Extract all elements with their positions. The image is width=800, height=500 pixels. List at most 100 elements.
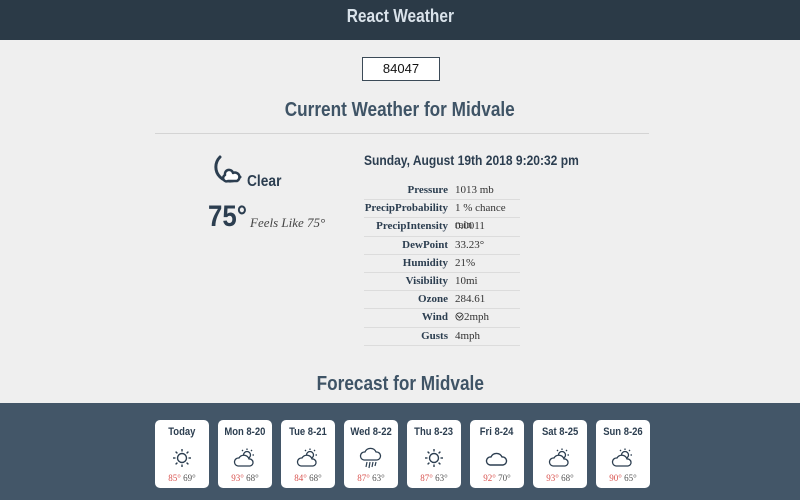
detail-row-precip-probability: PrecipProbability 1 % chance rain [364, 200, 520, 232]
forecast-temps: 85° 69° [155, 473, 209, 483]
forecast-card[interactable]: Sat 8-25 93° 68° [533, 420, 587, 488]
forecast-day-text: Tue 8-21 [289, 426, 327, 438]
detail-label: PrecipProbability [364, 202, 448, 215]
detail-label: DewPoint [402, 238, 448, 251]
forecast-day: Today [155, 426, 209, 438]
zip-code-input[interactable]: 84047 [362, 57, 440, 81]
forecast-title-text: Forecast for Midvale [316, 373, 484, 395]
feels-like: Feels Like 75° [250, 215, 326, 230]
sun-icon [173, 449, 191, 467]
forecast-high: 92° [483, 473, 496, 483]
forecast-card[interactable]: Wed 8-22 87° 63° [344, 420, 398, 488]
detail-label: Ozone [418, 293, 448, 306]
forecast-low: 68° [561, 473, 574, 483]
forecast-temps: 87° 63° [344, 473, 398, 483]
wind-speed: 2mph [464, 311, 490, 324]
forecast-low: 63° [372, 473, 385, 483]
forecast-panel [0, 403, 800, 500]
forecast-high: 87° [357, 473, 370, 483]
current-weather-title: Current Weather for Midvale [0, 99, 800, 122]
detail-row-gusts: Gusts 4mph [364, 328, 520, 346]
weather-summary: Clear [247, 173, 282, 190]
forecast-day-text: Mon 8-20 [224, 426, 266, 438]
partly-cloudy-night-icon [214, 155, 242, 183]
detail-row-precip-intensity: PrecipIntensity 0.0011 [364, 218, 520, 237]
detail-value: 0.0011 [455, 220, 485, 233]
forecast-temps: 92° 70° [470, 473, 524, 483]
forecast-card[interactable]: Mon 8-20 93° 68° [218, 420, 272, 488]
detail-row-visibility: Visibility 10mi [364, 273, 520, 292]
forecast-temps: 84° 68° [281, 473, 335, 483]
forecast-card[interactable]: Sun 8-26 90° 65° [596, 420, 650, 488]
current-date: Sunday, August 19th 2018 9:20:32 pm [364, 152, 579, 168]
forecast-day: Fri 8-24 [470, 426, 524, 438]
detail-value: 4mph [455, 329, 481, 342]
forecast-day: Tue 8-21 [281, 426, 335, 438]
detail-value: 284.61 [455, 293, 486, 306]
wind-direction-icon [455, 312, 464, 321]
forecast-day-text: Today [168, 426, 196, 438]
detail-row-ozone: Ozone 284.61 [364, 291, 520, 310]
forecast-day-text: Fri 8-24 [480, 426, 514, 438]
detail-row-dewpoint: DewPoint 33.23° [364, 237, 520, 255]
forecast-day: Thu 8-23 [407, 426, 461, 438]
sun-icon [425, 449, 443, 467]
forecast-title: Forecast for Midvale [0, 373, 800, 396]
partly-cloudy-icon [296, 448, 317, 467]
rain-cloud-icon [359, 447, 382, 469]
weather-details-table: Pressure 1013 mb PrecipProbability 1 % c… [364, 182, 520, 346]
forecast-day: Sat 8-25 [533, 426, 587, 438]
forecast-low: 68° [246, 473, 259, 483]
partly-cloudy-icon [548, 448, 569, 467]
current-weather-title-text: Current Weather for Midvale [284, 99, 516, 121]
forecast-day-text: Sun 8-26 [603, 426, 643, 438]
detail-label: Visibility [405, 274, 448, 287]
detail-label: Pressure [407, 184, 448, 196]
divider [155, 133, 649, 134]
detail-label: Humidity [402, 256, 448, 269]
forecast-low: 63° [435, 473, 448, 483]
forecast-card[interactable]: Fri 8-24 92° 70° [470, 420, 524, 488]
forecast-high: 85° [168, 473, 181, 483]
forecast-low: 68° [309, 473, 322, 483]
forecast-temps: 87° 63° [407, 473, 461, 483]
forecast-high: 87° [420, 473, 433, 483]
forecast-day-text: Thu 8-23 [414, 426, 454, 438]
detail-value: 2mph [448, 309, 520, 326]
forecast-temps: 93° 68° [533, 473, 587, 483]
forecast-temps: 90° 65° [596, 473, 650, 483]
forecast-card[interactable]: Tue 8-21 84° 68° [281, 420, 335, 488]
current-temperature: 75° [208, 200, 248, 233]
forecast-temps: 93° 68° [218, 473, 272, 483]
detail-row-pressure: Pressure 1013 mb [364, 182, 520, 201]
app-header: React Weather [0, 0, 800, 40]
detail-value: 21% [455, 256, 476, 269]
detail-value: 33.23° [455, 238, 485, 251]
forecast-low: 69° [183, 473, 196, 483]
forecast-low: 70° [498, 473, 511, 483]
detail-row-wind: Wind 2mph [364, 309, 520, 328]
detail-label: Wind [421, 311, 448, 324]
app-title: React Weather [346, 5, 454, 26]
cloud-icon [485, 452, 508, 466]
detail-value: 1 % chance rain [455, 202, 506, 232]
forecast-day-text: Sat 8-25 [541, 426, 579, 438]
forecast-day: Mon 8-20 [218, 426, 272, 438]
partly-cloudy-icon [233, 448, 254, 467]
forecast-high: 90° [609, 473, 622, 483]
detail-value: 1013 mb [455, 184, 494, 196]
detail-label: PrecipIntensity [376, 220, 448, 233]
forecast-day: Wed 8-22 [344, 426, 398, 438]
forecast-high: 93° [546, 473, 559, 483]
detail-row-humidity: Humidity 21% [364, 255, 520, 273]
forecast-day: Sun 8-26 [596, 426, 650, 438]
forecast-high: 84° [294, 473, 307, 483]
forecast-day-text: Wed 8-22 [350, 426, 392, 438]
forecast-card[interactable]: Today 85° 69° [155, 420, 209, 488]
forecast-card[interactable]: Thu 8-23 87° 63° [407, 420, 461, 488]
detail-label: Gusts [421, 329, 448, 342]
forecast-high: 93° [231, 473, 244, 483]
partly-cloudy-icon [611, 448, 632, 467]
detail-value: 10mi [455, 274, 478, 287]
forecast-low: 65° [624, 473, 637, 483]
